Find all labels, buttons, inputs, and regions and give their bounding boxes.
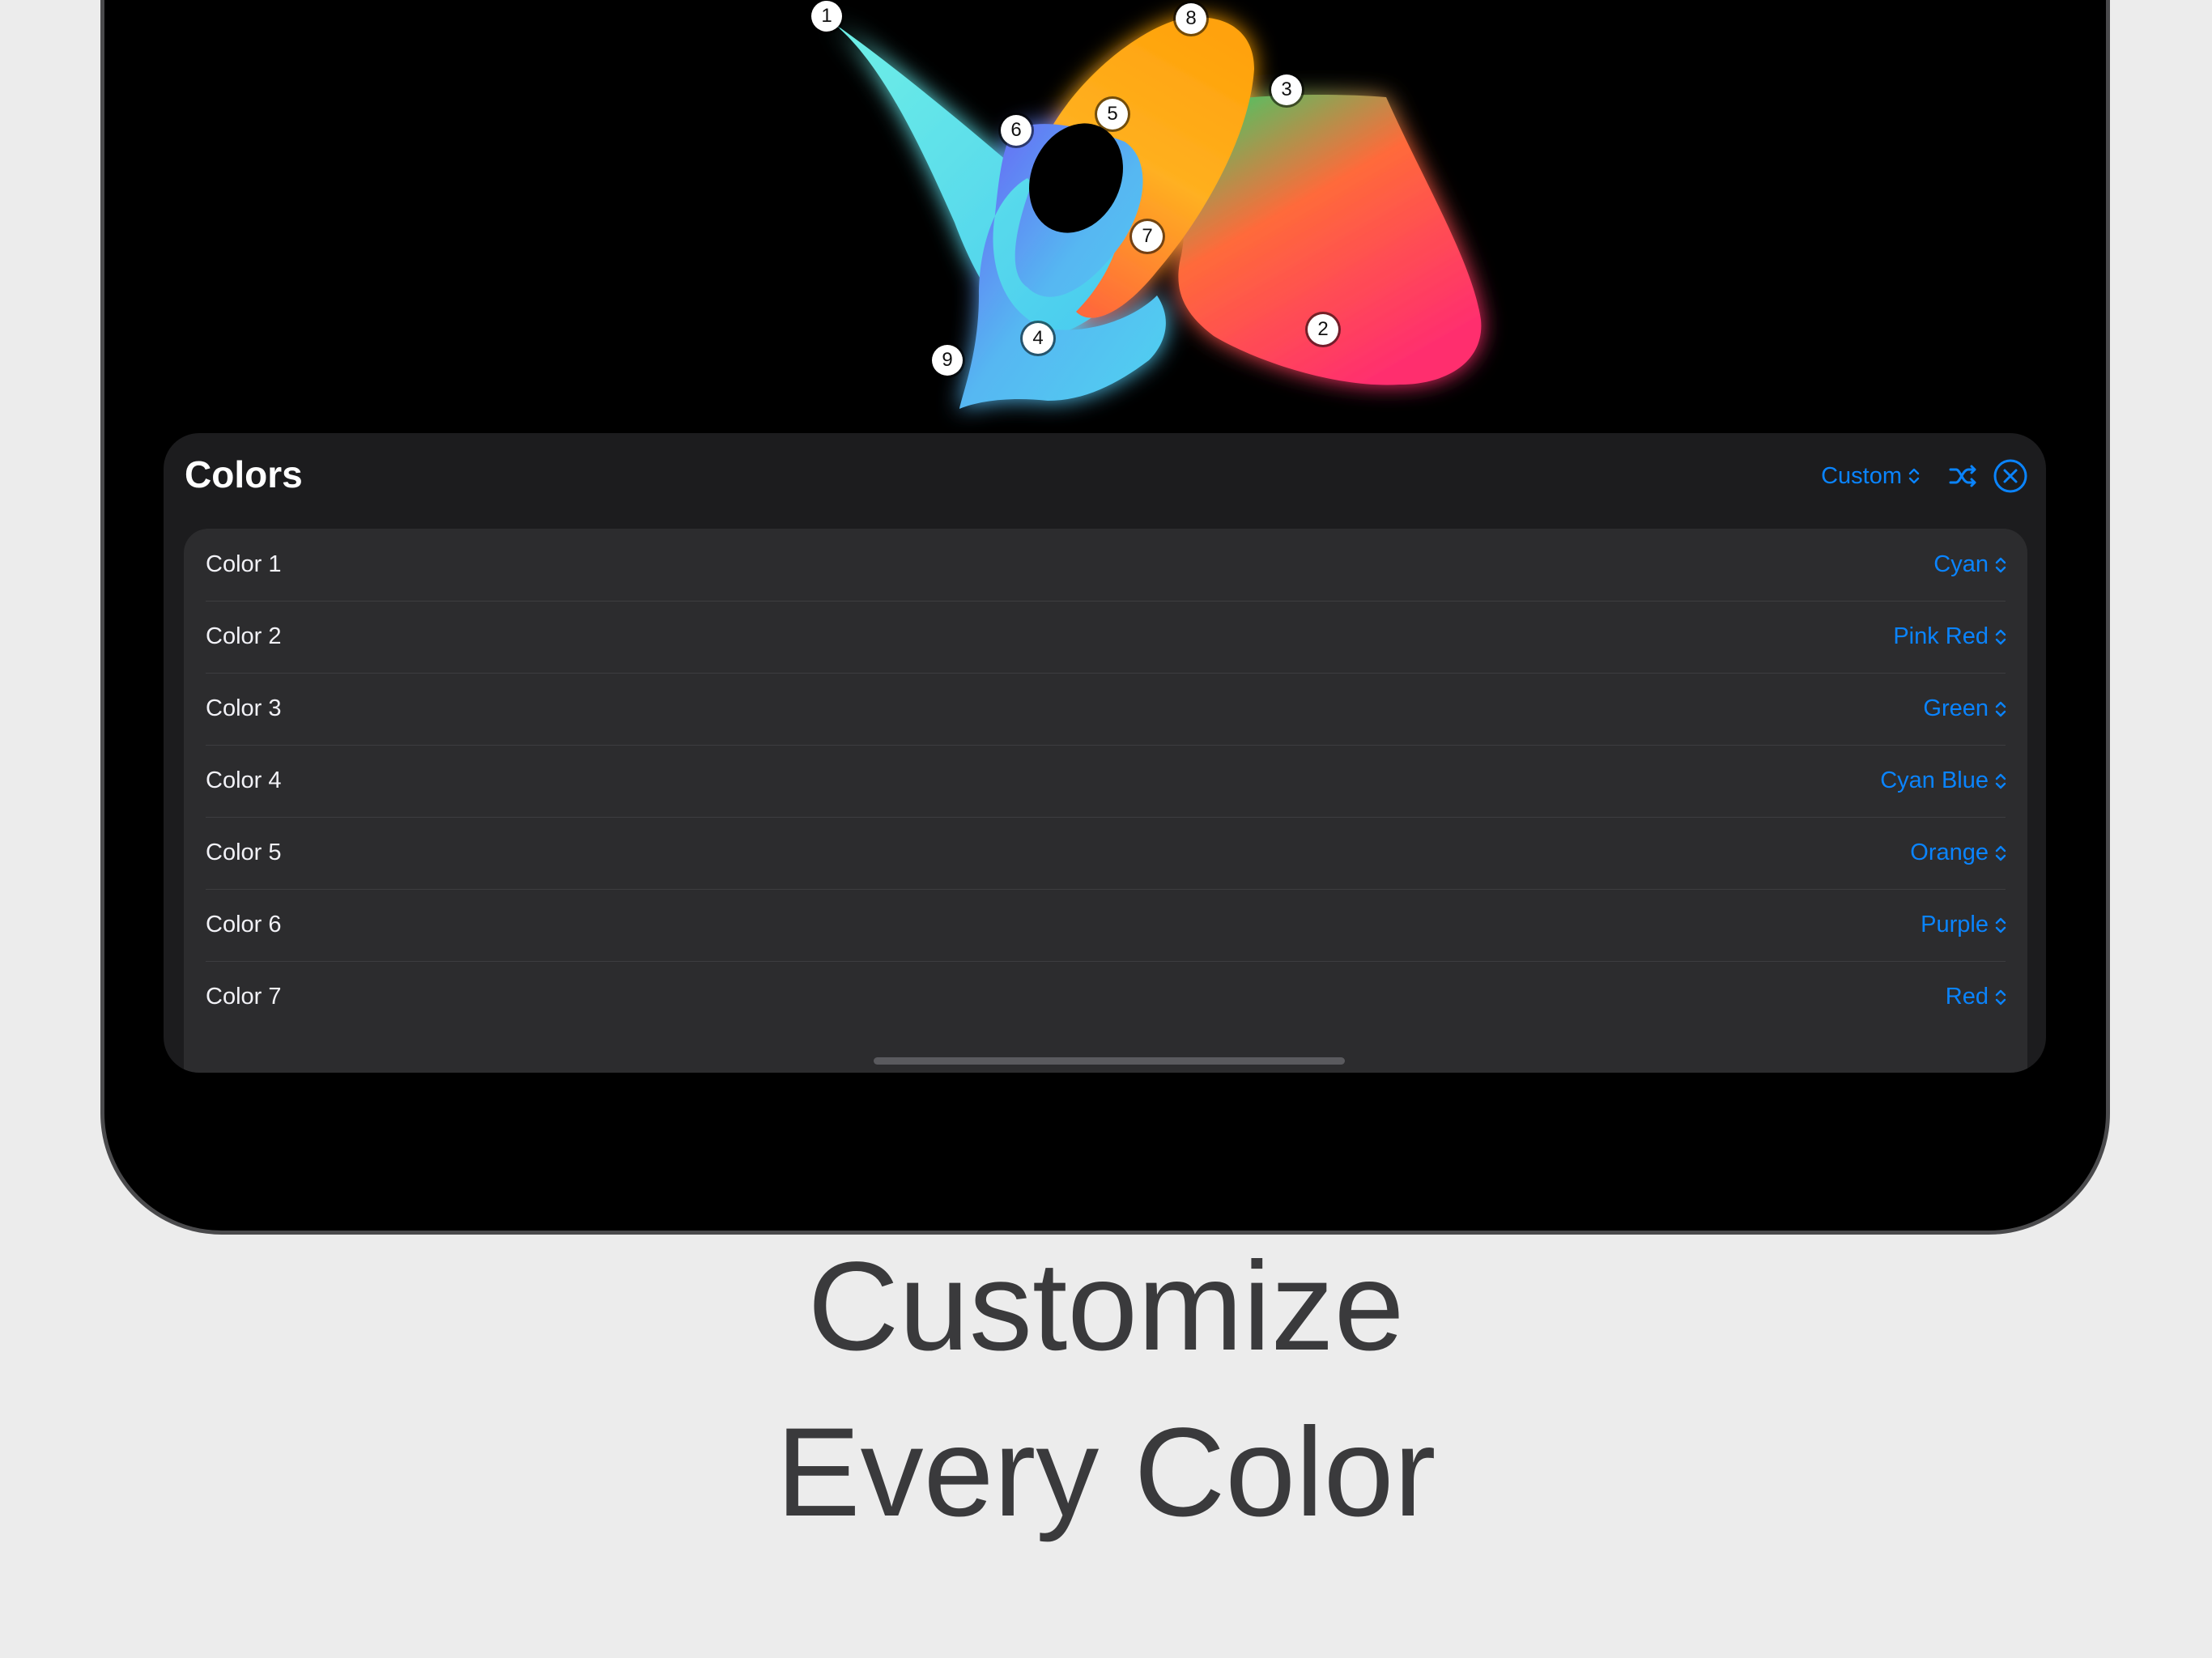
color-value: Purple xyxy=(1921,912,1989,937)
color-row: Color 6 Purple xyxy=(184,889,2027,961)
color-picker-button[interactable]: Pink Red xyxy=(1893,623,2006,650)
chevron-up-down-icon xyxy=(1995,989,2006,1005)
control-point-3[interactable]: 3 xyxy=(1271,74,1302,105)
color-row-label: Color 7 xyxy=(206,984,282,1010)
caption-line-1: Customize xyxy=(807,1236,1405,1377)
color-row-label: Color 1 xyxy=(206,551,282,577)
control-point-4[interactable]: 4 xyxy=(1023,323,1053,354)
chevron-up-down-icon xyxy=(1995,557,2006,572)
color-row: Color 4 Cyan Blue xyxy=(184,745,2027,817)
chevron-up-down-icon xyxy=(1995,701,2006,716)
color-value: Orange xyxy=(1910,840,1989,865)
panel-header-controls: Custom xyxy=(1821,457,2028,495)
control-point-1[interactable]: 1 xyxy=(811,1,842,32)
colors-panel: Colors Custom Color 1 Cyan Color 2 Pink … xyxy=(164,433,2046,1073)
chevron-up-down-icon xyxy=(1995,629,2006,644)
preset-label: Custom xyxy=(1821,462,1902,489)
chevron-up-down-icon xyxy=(1995,917,2006,933)
control-point-7[interactable]: 7 xyxy=(1132,221,1163,252)
color-picker-button[interactable]: Cyan xyxy=(1933,551,2006,578)
color-row-label: Color 5 xyxy=(206,840,282,865)
device-frame: 1 8 3 5 6 7 2 4 9 Colors Custom Color 1 … xyxy=(100,0,2110,1235)
color-value: Red xyxy=(1945,984,1989,1010)
color-value: Cyan Blue xyxy=(1880,767,1989,793)
color-value: Pink Red xyxy=(1893,623,1989,649)
color-list: Color 1 Cyan Color 2 Pink Red Color 3 Gr… xyxy=(184,529,2027,1073)
color-picker-button[interactable]: Red xyxy=(1946,984,2006,1010)
color-picker-button[interactable]: Green xyxy=(1923,695,2006,722)
chevron-up-down-icon xyxy=(1908,468,1920,484)
color-picker-button[interactable]: Cyan Blue xyxy=(1880,767,2006,794)
color-row: Color 7 Red xyxy=(184,961,2027,1033)
color-value: Green xyxy=(1923,695,1989,721)
color-value: Cyan xyxy=(1933,551,1989,577)
chevron-up-down-icon xyxy=(1995,773,2006,789)
shuffle-icon[interactable] xyxy=(1947,460,1980,492)
color-picker-button[interactable]: Purple xyxy=(1921,912,2006,938)
home-indicator[interactable] xyxy=(874,1057,1345,1065)
control-point-9[interactable]: 9 xyxy=(932,345,963,376)
color-picker-button[interactable]: Orange xyxy=(1910,840,2006,866)
color-row: Color 1 Cyan xyxy=(184,529,2027,601)
color-row-label: Color 4 xyxy=(206,767,282,793)
chevron-up-down-icon xyxy=(1995,845,2006,861)
color-row-label: Color 3 xyxy=(206,695,282,721)
caption-line-2: Every Color xyxy=(776,1402,1436,1543)
color-row: Color 5 Orange xyxy=(184,817,2027,889)
control-point-6[interactable]: 6 xyxy=(1001,115,1032,146)
control-point-5[interactable]: 5 xyxy=(1097,99,1128,130)
panel-title: Colors xyxy=(185,453,303,495)
xmark-circle-icon[interactable] xyxy=(1993,458,2028,494)
color-row: Color 2 Pink Red xyxy=(184,601,2027,673)
preset-menu-button[interactable]: Custom xyxy=(1821,463,1920,490)
color-row-label: Color 6 xyxy=(206,912,282,937)
color-row-label: Color 2 xyxy=(206,623,282,649)
control-point-2[interactable]: 2 xyxy=(1308,314,1338,345)
control-point-8[interactable]: 8 xyxy=(1176,3,1206,34)
color-row: Color 3 Green xyxy=(184,673,2027,745)
